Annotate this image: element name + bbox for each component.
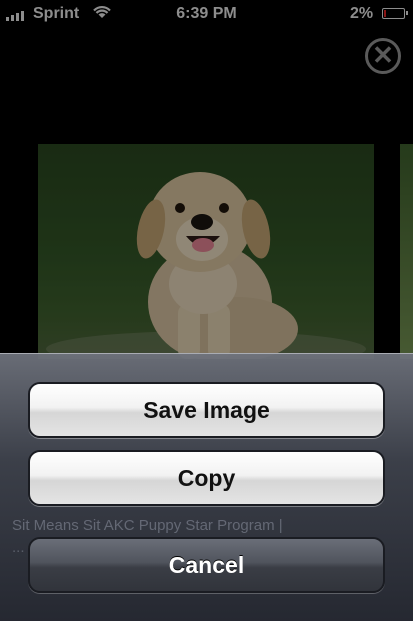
next-photo-edge — [400, 144, 413, 359]
action-sheet: Save Image Copy Sit Means Sit AKC Puppy … — [0, 353, 413, 621]
puppy-photo — [38, 144, 374, 359]
battery-icon — [382, 8, 408, 19]
save-image-button[interactable]: Save Image — [28, 382, 385, 438]
background-caption: Sit Means Sit AKC Puppy Star Program | — [12, 517, 283, 534]
puppy-image — [46, 172, 366, 359]
background-caption-2: ... — [12, 539, 25, 556]
close-icon[interactable]: ✕ — [365, 38, 401, 74]
battery-level — [384, 10, 386, 17]
cancel-button[interactable]: Cancel — [28, 537, 385, 593]
status-bar: Sprint 6:39 PM 2% — [0, 0, 413, 28]
battery-percent: 2% — [350, 5, 374, 22]
copy-button[interactable]: Copy — [28, 450, 385, 506]
